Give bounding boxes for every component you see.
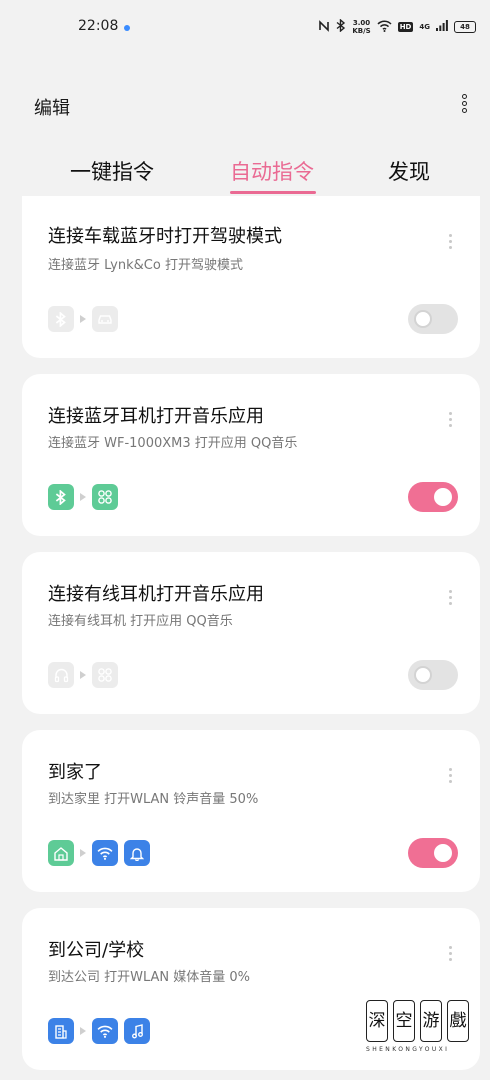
card-icons [48,1018,150,1044]
office-icon [48,1018,74,1044]
card-title: 连接蓝牙耳机打开音乐应用 [48,406,264,427]
automation-card-car-bluetooth[interactable]: 连接车载蓝牙时打开驾驶模式 连接蓝牙 Lynk&Co 打开驾驶模式 [22,196,480,358]
more-options-icon[interactable] [456,94,472,116]
card-icons [48,662,118,688]
music-note-icon [124,1018,150,1044]
battery-indicator: 48 [454,21,476,33]
card-more-icon[interactable] [447,234,453,254]
card-icons [48,306,118,332]
card-title: 到公司/学校 [48,940,145,961]
apps-icon [92,662,118,688]
automation-card-bt-headphones[interactable]: 连接蓝牙耳机打开音乐应用 连接蓝牙 WF-1000XM3 打开应用 QQ音乐 [22,374,480,536]
watermark-subtitle: SHENKONGYOUXI [366,1046,450,1053]
tab-one-tap[interactable]: 一键指令 [70,156,154,186]
bluetooth-status-icon [336,18,346,35]
tab-auto[interactable]: 自动指令 [230,156,314,186]
status-time: 22:08 [78,18,119,34]
car-icon [92,306,118,332]
bluetooth-icon [48,306,74,332]
arrow-icon [80,1027,86,1035]
wifi-icon [92,1018,118,1044]
wifi-icon [92,840,118,866]
speed-unit: KB/S [352,27,371,35]
hd-badge: HD [397,22,414,32]
signal-type: 4G [419,23,430,31]
active-tab-indicator [230,191,316,194]
card-description: 连接蓝牙 WF-1000XM3 打开应用 QQ音乐 [48,436,298,451]
arrow-icon [80,849,86,857]
tab-bar: 一键指令 自动指令 发现 [0,148,490,198]
card-title: 到家了 [48,762,102,783]
enable-toggle[interactable] [408,838,458,868]
nfc-icon [318,19,330,35]
edit-button[interactable]: 编辑 [34,94,70,120]
tab-discover[interactable]: 发现 [388,156,430,186]
notification-dot [124,25,130,31]
watermark-char: 空 [393,1000,415,1042]
card-title: 连接车载蓝牙时打开驾驶模式 [48,226,282,247]
card-description: 连接有线耳机 打开应用 QQ音乐 [48,614,233,629]
arrow-icon [80,315,86,323]
watermark-logo: 深 空 游 戲 SHENKONGYOUXI [366,1000,472,1060]
apps-icon [92,484,118,510]
headphones-icon [48,662,74,688]
enable-toggle[interactable] [408,304,458,334]
watermark-char: 戲 [447,1000,469,1042]
wifi-status-icon [377,19,392,35]
bell-icon [124,840,150,866]
signal-bars-icon [436,20,448,34]
automation-card-arrive-home[interactable]: 到家了 到达家里 打开WLAN 铃声音量 50% [22,730,480,892]
card-title: 连接有线耳机打开音乐应用 [48,584,264,605]
arrow-icon [80,493,86,501]
enable-toggle[interactable] [408,482,458,512]
card-icons [48,484,118,510]
card-description: 连接蓝牙 Lynk&Co 打开驾驶模式 [48,258,243,273]
status-bar: 22:08 3.00 KB/S HD 4G 48 [0,0,490,56]
watermark-char: 游 [420,1000,442,1042]
card-description: 到达家里 打开WLAN 铃声音量 50% [48,792,259,807]
card-more-icon[interactable] [447,412,453,432]
automation-card-wired-headphones[interactable]: 连接有线耳机打开音乐应用 连接有线耳机 打开应用 QQ音乐 [22,552,480,714]
card-icons [48,840,150,866]
arrow-icon [80,671,86,679]
card-more-icon[interactable] [447,946,453,966]
enable-toggle[interactable] [408,660,458,690]
watermark-char: 深 [366,1000,388,1042]
card-more-icon[interactable] [447,590,453,610]
speed-value: 3.00 [352,19,371,27]
card-more-icon[interactable] [447,768,453,788]
header: 编辑 [0,78,490,134]
network-speed: 3.00 KB/S [352,19,370,35]
home-icon [48,840,74,866]
status-icons: 3.00 KB/S HD 4G 48 [318,16,476,38]
bluetooth-icon [48,484,74,510]
card-description: 到达公司 打开WLAN 媒体音量 0% [48,970,251,985]
